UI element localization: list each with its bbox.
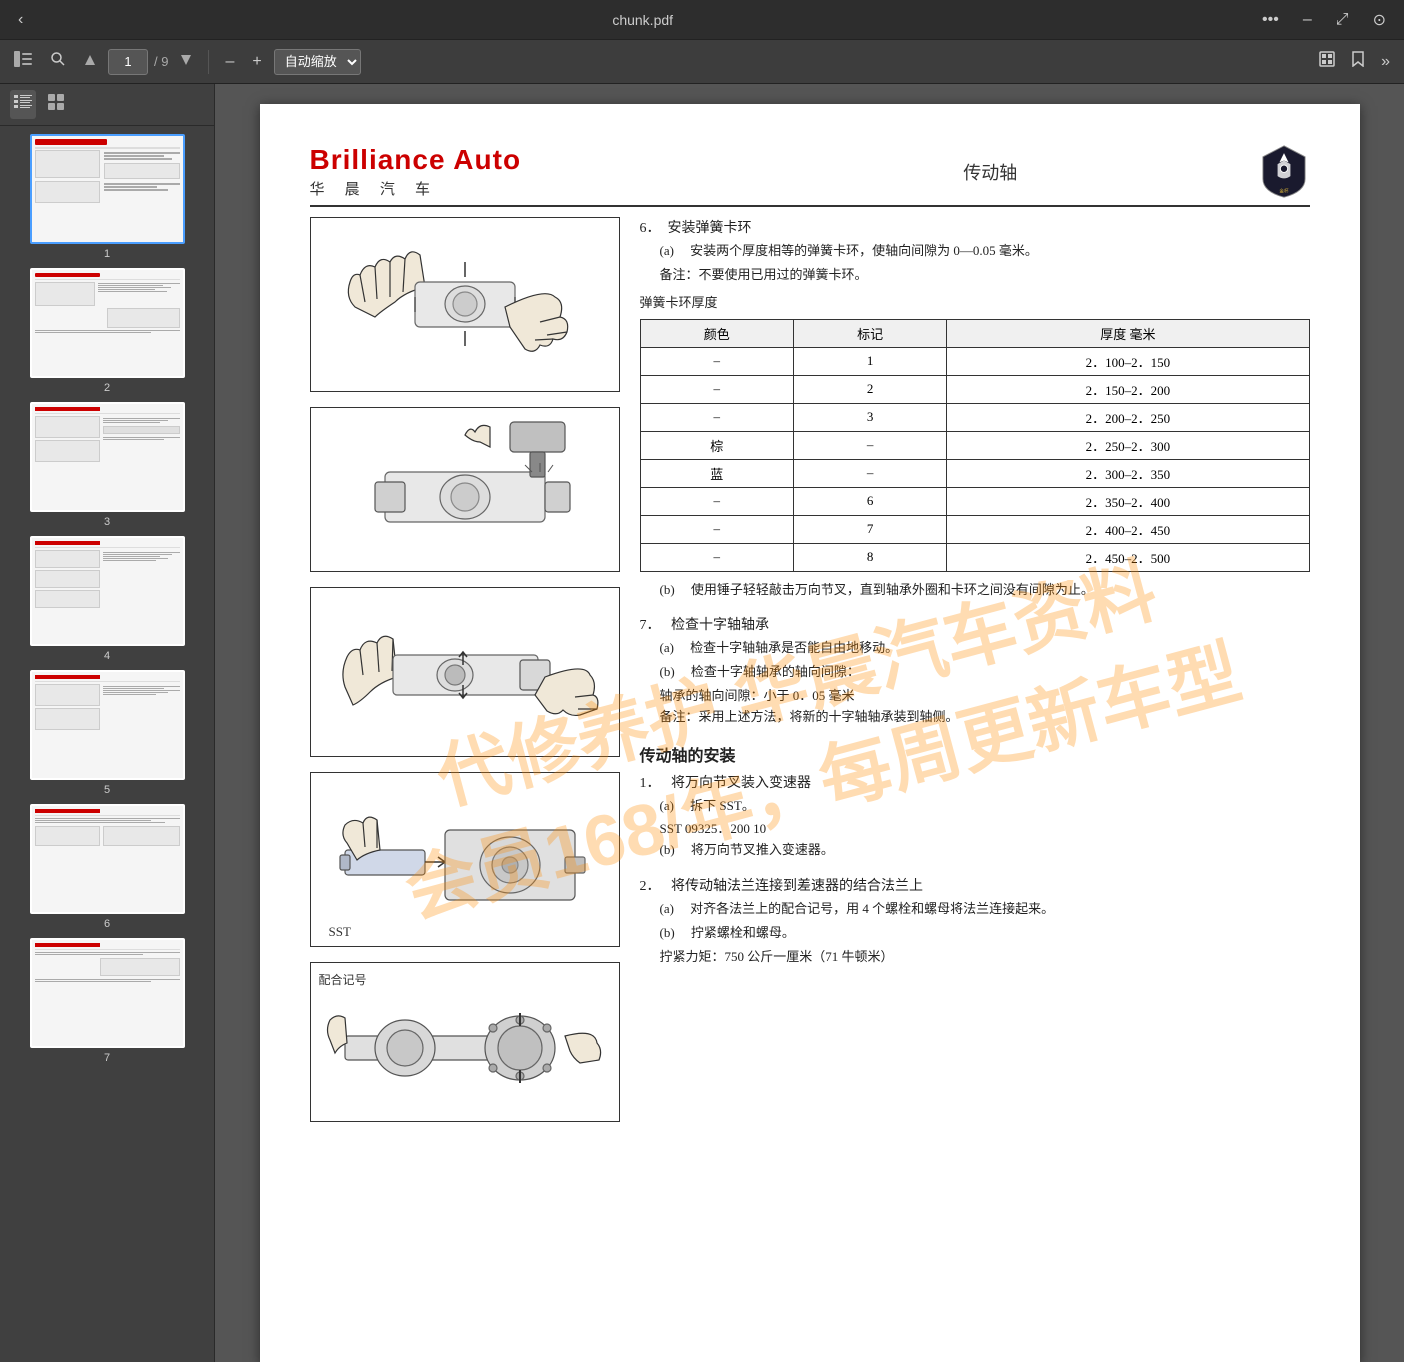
fullscreen-button[interactable] xyxy=(1313,47,1341,76)
toolbar-right: » xyxy=(1313,47,1396,76)
install-step-2b: (b) 拧紧螺栓和螺母。 xyxy=(660,923,1310,944)
thumbnail-page-7[interactable]: 7 xyxy=(6,938,208,1064)
sidebar-tab-bar xyxy=(0,84,214,126)
install-step-1b: (b) 将万向节叉推入变速器。 xyxy=(660,840,1310,861)
install-step-1a: (a) 拆下 SST。 xyxy=(660,796,1310,817)
spring-clip-table: 颜色 标记 厚度 毫米 –12．100–2．150–22．150–2．200–3… xyxy=(640,319,1310,572)
brand-name-english: Brilliance Auto xyxy=(310,144,522,176)
alignment-mark-label: 配合记号 xyxy=(319,971,367,988)
figures-column: SST xyxy=(310,217,620,1122)
step-6b: (b) 使用锤子轻轻敲击万向节叉，直到轴承外圈和卡环之间没有间隙为止。 xyxy=(660,580,1310,601)
page-section-title: 传动轴 xyxy=(963,159,1017,185)
install-step-2a: (a) 对齐各法兰上的配合记号，用 4 个螺栓和螺母将法兰连接起来。 xyxy=(660,899,1310,920)
step-7-block: 7． 检查十字轴轴承 (a) 检查十字轴轴承是否能自由地移动。 (b) 检查十字… xyxy=(640,614,1310,727)
table-row: 棕–2．250–2．300 xyxy=(640,431,1309,459)
installation-section: 传动轴的安装 1． 将万向节叉装入变速器 (a) 拆下 SST。 SST 093… xyxy=(640,742,1310,861)
col-mark: 标记 xyxy=(793,319,946,347)
search-button[interactable] xyxy=(44,47,72,76)
figure-1 xyxy=(310,217,620,392)
sst-label: SST xyxy=(329,924,351,940)
step-7-note1: 轴承的轴向间隙：小于 0．05 毫米 xyxy=(660,686,1310,707)
step-6-title: 6． 安装弹簧卡环 xyxy=(640,217,1310,237)
zoom-select[interactable]: 自动缩放 50% 75% 100% 125% 150% xyxy=(274,49,361,75)
install-step-2-torque: 拧紧力矩：750 公斤一厘米（71 牛顿米） xyxy=(660,947,1310,968)
table-row: –12．100–2．150 xyxy=(640,347,1309,375)
more-options-button[interactable]: » xyxy=(1375,49,1396,75)
install-step-2-title: 2． 将传动轴法兰连接到差速器的结合法兰上 xyxy=(640,875,1310,895)
close-button[interactable]: ⊙ xyxy=(1367,8,1392,32)
zoom-out-button[interactable]: – xyxy=(219,49,240,75)
titlebar: ‹ chunk.pdf ••• – ⤢ ⊙ xyxy=(0,0,1404,40)
install-section-title: 传动轴的安装 xyxy=(640,742,1310,766)
table-row: –72．400–2．450 xyxy=(640,515,1309,543)
thumbnail-page-num: 6 xyxy=(104,918,110,930)
zoom-in-button[interactable]: + xyxy=(246,49,267,75)
content-area: SST xyxy=(310,217,1310,1122)
minimize-button[interactable]: – xyxy=(1297,9,1318,31)
thumbnail-page-num: 2 xyxy=(104,382,110,394)
thumbnail-list: 1 xyxy=(0,126,214,1362)
thumbnail-page-3[interactable]: 3 xyxy=(6,402,208,528)
install-step-1-title: 1． 将万向节叉装入变速器 xyxy=(640,772,1310,792)
thumbnail-page-1[interactable]: 1 xyxy=(6,134,208,260)
step-6a: (a) 安装两个厚度相等的弹簧卡环，使轴向间隙为 0—0.05 毫米。 xyxy=(660,241,1310,262)
thumbnail-page-num: 3 xyxy=(104,516,110,528)
brand-logo: Brilliance Auto 华 晨 汽 车 xyxy=(310,144,522,199)
brand-name-chinese: 华 晨 汽 车 xyxy=(310,178,522,199)
more-button[interactable]: ••• xyxy=(1256,9,1285,31)
step-6-block: 6． 安装弹簧卡环 (a) 安装两个厚度相等的弹簧卡环，使轴向间隙为 0—0.0… xyxy=(640,217,1310,600)
table-row: –82．450–2．500 xyxy=(640,543,1309,571)
thumbnail-page-num: 1 xyxy=(104,248,110,260)
window-controls-left: ‹ xyxy=(12,9,29,31)
thumbnail-page-num: 5 xyxy=(104,784,110,796)
step-6-note1: 备注：不要使用已用过的弹簧卡环。 xyxy=(660,265,1310,286)
step-7-note2: 备注：采用上述方法，将新的十字轴轴承装到轴侧。 xyxy=(660,707,1310,728)
page-separator: / 9 xyxy=(154,54,168,69)
restore-button[interactable]: ⤢ xyxy=(1330,9,1355,31)
table-title: 弹簧卡环厚度 xyxy=(640,292,1310,311)
step-7-title: 7． 检查十字轴轴承 xyxy=(640,614,1310,634)
next-page-button[interactable] xyxy=(174,49,198,75)
col-thickness: 厚度 毫米 xyxy=(947,319,1309,347)
figure-4: SST xyxy=(310,772,620,947)
page-content: 代修养护 华晨汽车资料 会员168/年，每周更新车型 Brilliance Au… xyxy=(260,104,1360,1362)
table-row: 蓝–2．300–2．350 xyxy=(640,459,1309,487)
sidebar: 1 xyxy=(0,84,215,1362)
grid-view-tab[interactable] xyxy=(44,90,68,119)
brand-emblem-icon: 金杯 xyxy=(1259,144,1309,199)
sidebar-toggle-button[interactable] xyxy=(8,47,38,76)
figure-3 xyxy=(310,587,620,757)
table-row: –22．150–2．200 xyxy=(640,375,1309,403)
install-step-2-block: 2． 将传动轴法兰连接到差速器的结合法兰上 (a) 对齐各法兰上的配合记号，用 … xyxy=(640,875,1310,967)
main-area: 1 xyxy=(0,84,1404,1362)
thumbnail-page-2[interactable]: 2 xyxy=(6,268,208,394)
figure-2 xyxy=(310,407,620,572)
prev-page-button[interactable] xyxy=(78,49,102,75)
step-7b: (b) 检查十字轴轴承的轴向间隙： xyxy=(660,662,1310,683)
install-step-1-sst: SST 09325．200 10 xyxy=(660,819,1310,840)
window-controls-right: ••• – ⤢ ⊙ xyxy=(1256,8,1392,32)
bookmark-button[interactable] xyxy=(1345,47,1371,76)
step-7a: (a) 检查十字轴轴承是否能自由地移动。 xyxy=(660,638,1310,659)
thumbnail-page-5[interactable]: 5 xyxy=(6,670,208,796)
table-row: –62．350–2．400 xyxy=(640,487,1309,515)
back-button[interactable]: ‹ xyxy=(12,9,29,31)
thumbnail-page-num: 4 xyxy=(104,650,110,662)
svg-text:金杯: 金杯 xyxy=(1280,188,1290,195)
thumbnail-page-6[interactable]: 6 xyxy=(6,804,208,930)
table-row: –32．200–2．250 xyxy=(640,403,1309,431)
page-number-input[interactable]: 1 xyxy=(108,49,148,75)
list-view-tab[interactable] xyxy=(10,90,36,119)
pdf-toolbar: 1 / 9 – + 自动缩放 50% 75% 100% 125% 150% » xyxy=(0,40,1404,84)
window-title: chunk.pdf xyxy=(612,12,673,28)
text-column: 6． 安装弹簧卡环 (a) 安装两个厚度相等的弹簧卡环，使轴向间隙为 0—0.0… xyxy=(640,217,1310,1122)
page-header: Brilliance Auto 华 晨 汽 车 传动轴 金杯 xyxy=(310,144,1310,207)
toolbar-divider1 xyxy=(208,50,209,74)
thumbnail-page-num: 7 xyxy=(104,1052,110,1064)
document-view: 代修养护 华晨汽车资料 会员168/年，每周更新车型 Brilliance Au… xyxy=(215,84,1404,1362)
thumbnail-page-4[interactable]: 4 xyxy=(6,536,208,662)
col-color: 颜色 xyxy=(640,319,793,347)
figure-5: 配合记号 xyxy=(310,962,620,1122)
